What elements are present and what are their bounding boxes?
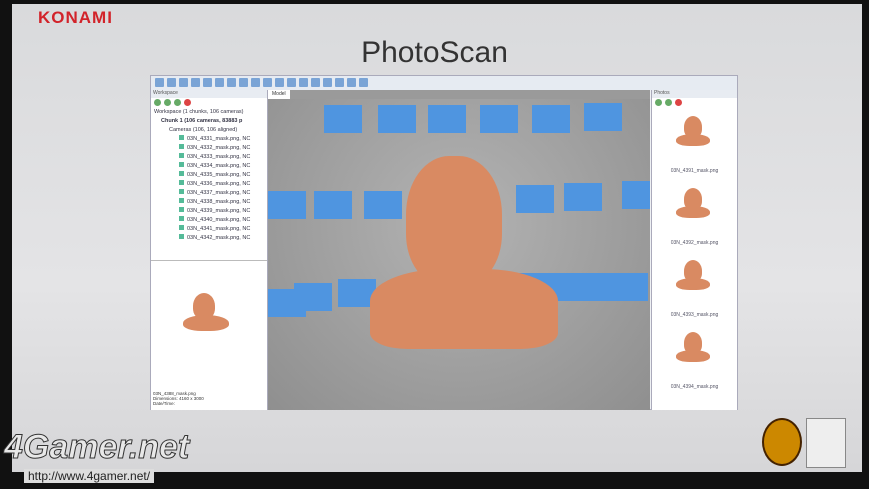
workspace-toolbar [151,98,267,108]
save-icon[interactable] [179,78,188,87]
crop-icon[interactable] [275,78,284,87]
thumb-shoulders [676,350,710,362]
thumb-shoulders [676,134,710,146]
camera-item[interactable]: 03N_4342_mask.png, NC [151,234,267,243]
camera-item[interactable]: 03N_4341_mask.png, NC [151,225,267,234]
camera-item[interactable]: 03N_4334_mask.png, NC [151,162,267,171]
camera-item[interactable]: 03N_4335_mask.png, NC [151,171,267,180]
enable-icon[interactable] [665,99,672,106]
photo-thumbnail[interactable]: 03N_4393_mask.png [652,252,737,324]
lasso-icon[interactable] [227,78,236,87]
textured-icon[interactable] [335,78,344,87]
redo-icon[interactable] [299,78,308,87]
camera-item[interactable]: 03N_4332_mask.png, NC [151,144,267,153]
add-photos-icon[interactable] [164,99,171,106]
rotate-icon[interactable] [251,78,260,87]
add-chunk-icon[interactable] [154,99,161,106]
tree-cameras[interactable]: Cameras (106, 106 aligned) [151,126,267,135]
main-toolbar [151,76,737,90]
circle-select-icon[interactable] [215,78,224,87]
preview-shoulders [183,315,229,331]
rect-select-icon[interactable] [203,78,212,87]
thumb-shoulders [676,206,710,218]
undo-icon[interactable] [287,78,296,87]
shoulders-model [370,269,558,349]
photo-name: 03N_4393_mask.png [670,312,719,318]
watermark-site: 4Gamer.net [3,428,190,467]
photoscan-window: Workspace Workspace (1 chunks, 106 camer… [150,75,738,410]
photo-thumbnail[interactable]: 03N_4391_mask.png [652,108,737,180]
konami-logo: KONAMI [38,8,113,27]
kojima-productions-logo [762,418,802,466]
photo-name: 03N_4394_mask.png [670,384,719,390]
workspace-title: Workspace [151,90,267,98]
tree-chunk[interactable]: Chunk 1 (106 cameras, 83883 p [151,117,267,126]
open-icon[interactable] [167,78,176,87]
fox-engine-logo [806,418,846,468]
photo-preview: 03N_4388_mask.png Dimensions: 4160 x 3000… [151,260,267,410]
photo-name: 03N_4392_mask.png [670,240,719,246]
photos-panel: Photos 03N_4391_mask.png 03N_4392_mask.pn… [651,90,737,410]
camera-item[interactable]: 03N_4336_mask.png, NC [151,180,267,189]
tab-model[interactable]: Model [268,90,290,99]
camera-item[interactable]: 03N_4338_mask.png, NC [151,198,267,207]
watermark-url: http://www.4gamer.net/ [24,469,155,483]
disable-icon[interactable] [675,99,682,106]
camera-item[interactable]: 03N_4340_mask.png, NC [151,216,267,225]
photo-thumbnail[interactable]: 03N_4392_mask.png [652,180,737,252]
photos-toolbar [652,98,737,108]
delete-icon[interactable] [263,78,272,87]
select-icon[interactable] [191,78,200,87]
zoom-icon[interactable] [359,78,368,87]
enable-icon[interactable] [174,99,181,106]
photo-thumbnail[interactable]: 03N_4394_mask.png [652,324,737,396]
disable-icon[interactable] [184,99,191,106]
camera-item[interactable]: 03N_4333_mask.png, NC [151,153,267,162]
add-icon[interactable] [655,99,662,106]
head-model [406,156,502,286]
photo-name: 03N_4391_mask.png [670,168,719,174]
workspace-tree: Workspace (1 chunks, 106 cameras) Chunk … [151,108,267,243]
solid-icon[interactable] [323,78,332,87]
photos-title: Photos [652,90,737,98]
point-cloud-icon[interactable] [311,78,320,87]
thumb-shoulders [676,278,710,290]
workspace-panel: Workspace Workspace (1 chunks, 106 camer… [151,90,268,410]
camera-item[interactable]: 03N_4339_mask.png, NC [151,207,267,216]
model-panel: Model [268,90,650,410]
cameras-icon[interactable] [347,78,356,87]
camera-item[interactable]: 03N_4337_mask.png, NC [151,189,267,198]
tree-root[interactable]: Workspace (1 chunks, 106 cameras) [151,108,267,117]
slide-title: PhotoScan [361,36,508,69]
camera-item[interactable]: 03N_4331_mask.png, NC [151,135,267,144]
model-viewport[interactable] [268,99,650,410]
preview-date: Date/Time: [153,401,175,406]
move-icon[interactable] [239,78,248,87]
new-icon[interactable] [155,78,164,87]
